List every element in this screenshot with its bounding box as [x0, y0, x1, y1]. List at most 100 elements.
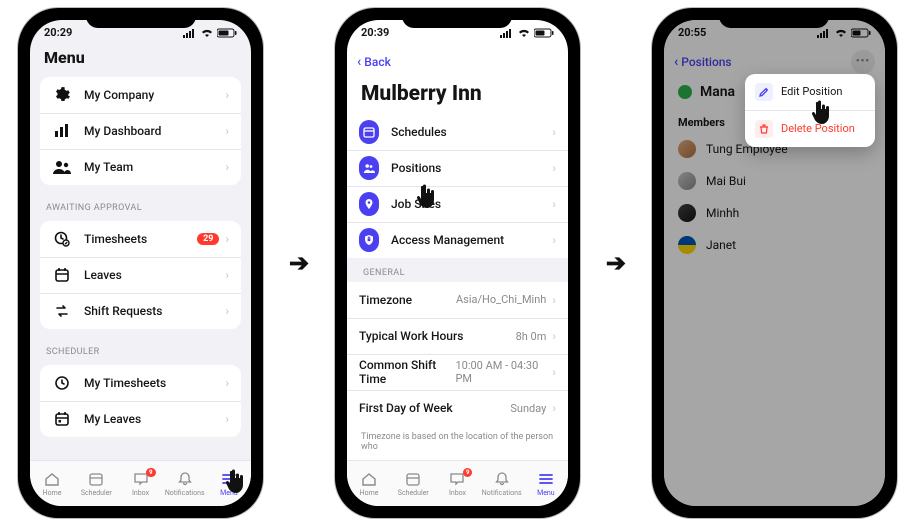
tab-label: Scheduler [81, 489, 112, 497]
tab-notifications[interactable]: Notifications [163, 461, 207, 506]
menu-item-shift-requests[interactable]: Shift Requests › [40, 293, 241, 329]
setting-common-shift[interactable]: Common Shift Time 10:00 AM - 04:30 PM › [347, 354, 568, 390]
bars-icon [52, 121, 72, 141]
wifi-icon [518, 28, 530, 38]
three-phone-flow: 20:29 Menu My Company › [0, 0, 915, 525]
back-button[interactable]: ‹Back [357, 55, 391, 69]
inbox-badge: 9 [463, 468, 472, 477]
calendar-icon [52, 409, 72, 429]
arrow-icon: ➔ [289, 249, 309, 277]
menu-item-my-company[interactable]: My Company › [40, 77, 241, 113]
tab-menu[interactable]: Menu [524, 461, 568, 506]
clock-icon [52, 373, 72, 393]
status-time: 20:29 [44, 26, 72, 39]
general-footnote: Timezone is based on the location of the… [347, 426, 568, 454]
setting-work-hours[interactable]: Typical Work Hours 8h 0m› [347, 318, 568, 354]
nav-schedules[interactable]: Schedules › [347, 114, 568, 150]
wifi-icon [201, 28, 213, 38]
hand-pointer-icon [224, 469, 246, 495]
section-general: GENERAL [347, 258, 568, 282]
battery-icon [534, 28, 554, 38]
phone-notch [719, 8, 829, 28]
inbox-icon: 9 [132, 470, 150, 488]
hand-pointer-icon [415, 184, 437, 210]
nav-access-management[interactable]: Access Management › [347, 222, 568, 258]
tab-label: Inbox [132, 489, 149, 497]
chevron-right-icon: › [552, 197, 556, 211]
tab-scheduler[interactable]: Scheduler [74, 461, 118, 506]
tab-inbox[interactable]: 9 Inbox [435, 461, 479, 506]
row-label: Timezone [359, 293, 412, 307]
bell-icon [493, 470, 511, 488]
back-label: Back [364, 55, 391, 69]
chevron-right-icon: › [552, 125, 556, 139]
tab-label: Inbox [449, 489, 466, 497]
shield-circle-icon [359, 228, 379, 252]
tab-notifications[interactable]: Notifications [480, 461, 524, 506]
calendar-circle-icon [359, 120, 379, 144]
setting-timezone[interactable]: Timezone Asia/Ho_Chi_Minh › [347, 282, 568, 318]
row-value: 8h 0m [516, 330, 547, 343]
chevron-right-icon: › [552, 401, 556, 415]
nav-positions[interactable]: Positions › [347, 150, 568, 186]
chevron-right-icon: › [552, 365, 556, 379]
inbox-badge: 9 [146, 468, 155, 477]
calendar-small-icon [404, 470, 422, 488]
home-icon [360, 470, 378, 488]
menu-group-scheduler: My Timesheets › My Leaves › [40, 365, 241, 437]
row-label: Access Management [391, 233, 504, 247]
section-scheduler: SCHEDULER [30, 337, 251, 361]
edit-icon [755, 83, 773, 101]
chevron-right-icon: › [225, 376, 229, 390]
phone-3: 20:55 ‹Positions ••• Mana Members Tung E… [652, 8, 897, 518]
leave-icon [52, 265, 72, 285]
gear-icon [52, 85, 72, 105]
tabbar: Home Scheduler 9Inbox Notifications Menu [30, 460, 251, 506]
menu-item-my-dashboard[interactable]: My Dashboard › [40, 113, 241, 149]
menu-item-my-leaves[interactable]: My Leaves › [40, 401, 241, 437]
battery-icon [217, 28, 237, 38]
chevron-right-icon: › [552, 293, 556, 307]
row-label: Common Shift Time [359, 358, 455, 386]
phone-1: 20:29 Menu My Company › [18, 8, 263, 518]
company-general-list: Timezone Asia/Ho_Chi_Minh › Typical Work … [347, 282, 568, 426]
status-time: 20:39 [361, 26, 389, 39]
chevron-right-icon: › [225, 124, 229, 138]
phone-2: 20:39 ‹Back Mulberry Inn Schedules › [335, 8, 580, 518]
chevron-right-icon: › [225, 160, 229, 174]
count-badge: 29 [197, 233, 219, 245]
tab-label: Home [360, 489, 379, 497]
bell-icon [176, 470, 194, 488]
row-value: 10:00 AM - 04:30 PM [455, 359, 546, 385]
menu-item-timesheets[interactable]: Timesheets 29› [40, 221, 241, 257]
row-label: Schedules [391, 125, 447, 139]
menu-item-label: My Leaves [84, 412, 141, 426]
menu-item-label: My Company [84, 88, 154, 102]
menu-item-leaves[interactable]: Leaves › [40, 257, 241, 293]
menu-group-company: My Company › My Dashboard › My Team › [40, 77, 241, 185]
chevron-right-icon: › [225, 88, 229, 102]
pin-circle-icon [359, 192, 379, 216]
menu-item-my-team[interactable]: My Team › [40, 149, 241, 185]
hamburger-icon [537, 470, 555, 488]
tab-inbox[interactable]: 9Inbox [118, 461, 162, 506]
row-value: Asia/Ho_Chi_Minh [456, 293, 546, 306]
row-label: First Day of Week [359, 401, 453, 415]
hand-pointer-icon [810, 100, 832, 126]
menu-item-label: Timesheets [84, 232, 147, 246]
arrow-icon: ➔ [606, 249, 626, 277]
swap-icon [52, 301, 72, 321]
menu-item-label: My Dashboard [84, 124, 161, 138]
tab-scheduler[interactable]: Scheduler [391, 461, 435, 506]
tab-home[interactable]: Home [347, 461, 391, 506]
company-title: Mulberry Inn [347, 78, 568, 114]
chevron-right-icon: › [225, 304, 229, 318]
nav-job-sites[interactable]: Job Sites › [347, 186, 568, 222]
tab-home[interactable]: Home [30, 461, 74, 506]
row-label: Positions [391, 161, 441, 175]
chevron-right-icon: › [225, 268, 229, 282]
menu-item-my-timesheets[interactable]: My Timesheets › [40, 365, 241, 401]
tab-label: Notifications [482, 489, 522, 497]
menu-item-label: Shift Requests [84, 304, 162, 318]
setting-first-day[interactable]: First Day of Week Sunday› [347, 390, 568, 426]
